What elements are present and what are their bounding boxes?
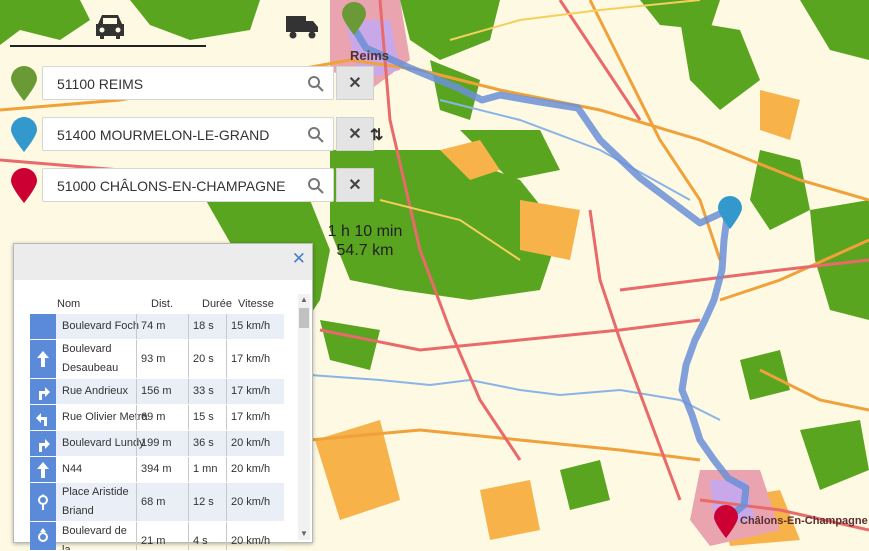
column-header-dist: Dist. (151, 298, 173, 310)
turn-right-icon (30, 431, 56, 456)
roundabout-icon (30, 483, 56, 521)
city-label-chalons: Châlons-En-Champagne (740, 515, 868, 527)
clear-start-button[interactable]: ✕ (336, 66, 374, 100)
direction-step[interactable]: N44 394 m 1 mn 20 km/h (30, 457, 284, 483)
start-address-text: 51100 REIMS (57, 76, 144, 92)
directions-list: Boulevard Foch 74 m 18 s 15 km/h Bouleva… (30, 314, 284, 551)
turn-right-icon (30, 379, 56, 404)
route-distance: 54.7 km (336, 242, 394, 259)
reims-marker-icon[interactable] (340, 2, 368, 36)
close-icon[interactable]: ✕ (292, 249, 306, 269)
arrow-straight-icon (30, 457, 56, 482)
column-header-name: Nom (57, 298, 81, 310)
end-pin-icon (11, 168, 37, 203)
chalons-marker-icon[interactable] (712, 505, 740, 539)
scroll-thumb[interactable] (299, 308, 309, 328)
direction-step[interactable]: Boulevard Foch 74 m 18 s 15 km/h (30, 314, 284, 340)
swap-waypoints-icon[interactable]: ⇅ (370, 125, 383, 145)
direction-step[interactable]: Boulevard Lundy 199 m 36 s 20 km/h (30, 431, 284, 457)
arrow-straight-icon (30, 340, 56, 378)
search-icon[interactable] (307, 126, 325, 144)
mode-selector-underline (10, 45, 206, 47)
truck-icon[interactable] (284, 10, 320, 42)
start-icon (30, 314, 56, 339)
waypoint-row-start: 51100 REIMS ✕ (8, 66, 376, 102)
end-address-input[interactable]: 51000 CHÂLONS-EN-CHAMPAGNE (42, 168, 334, 202)
direction-step[interactable]: Boulevard de la 21 m 4 s 20 km/h (30, 522, 284, 551)
waypoint-row-via: 51400 MOURMELON-LE-GRAND ✕ (8, 117, 376, 153)
direction-step[interactable]: Place Aristide Briand 68 m 12 s 20 km/h (30, 483, 284, 522)
scroll-up-icon[interactable]: ▲ (298, 294, 310, 306)
direction-step[interactable]: Boulevard Desaubeau 93 m 20 s 17 km/h (30, 340, 284, 379)
scroll-down-icon[interactable]: ▼ (298, 528, 310, 540)
car-icon[interactable] (92, 10, 128, 42)
direction-step[interactable]: Rue Andrieux 156 m 33 s 17 km/h (30, 379, 284, 405)
column-header-speed: Vitesse (238, 298, 274, 310)
search-icon[interactable] (307, 177, 325, 195)
via-address-text: 51400 MOURMELON-LE-GRAND (57, 127, 270, 143)
end-address-text: 51000 CHÂLONS-EN-CHAMPAGNE (57, 178, 286, 194)
direction-step[interactable]: Rue Olivier Metra 69 m 15 s 17 km/h (30, 405, 284, 431)
via-pin-icon (11, 117, 37, 152)
search-icon[interactable] (307, 75, 325, 93)
mourmelon-marker-icon[interactable] (716, 196, 744, 230)
panel-header: ✕ (14, 244, 312, 280)
via-address-input[interactable]: 51400 MOURMELON-LE-GRAND (42, 117, 334, 151)
waypoint-row-end: 51000 CHÂLONS-EN-CHAMPAGNE ✕ (8, 168, 376, 204)
directions-scrollbar[interactable]: ▲ ▼ (298, 294, 310, 540)
city-label-reims: Reims (350, 48, 390, 63)
start-address-input[interactable]: 51100 REIMS (42, 66, 334, 100)
column-header-duration: Durée (202, 298, 232, 310)
start-pin-icon (11, 66, 37, 101)
turn-left-icon (30, 405, 56, 430)
directions-panel: ✕ Nom Dist. Durée Vitesse Boulevard Foch… (13, 243, 313, 551)
clear-end-button[interactable]: ✕ (336, 168, 374, 202)
route-duration: 1 h 10 min (327, 223, 403, 240)
clear-via-button[interactable]: ✕ (336, 117, 374, 151)
route-summary: 1 h 10 min 54.7 km (300, 222, 430, 260)
